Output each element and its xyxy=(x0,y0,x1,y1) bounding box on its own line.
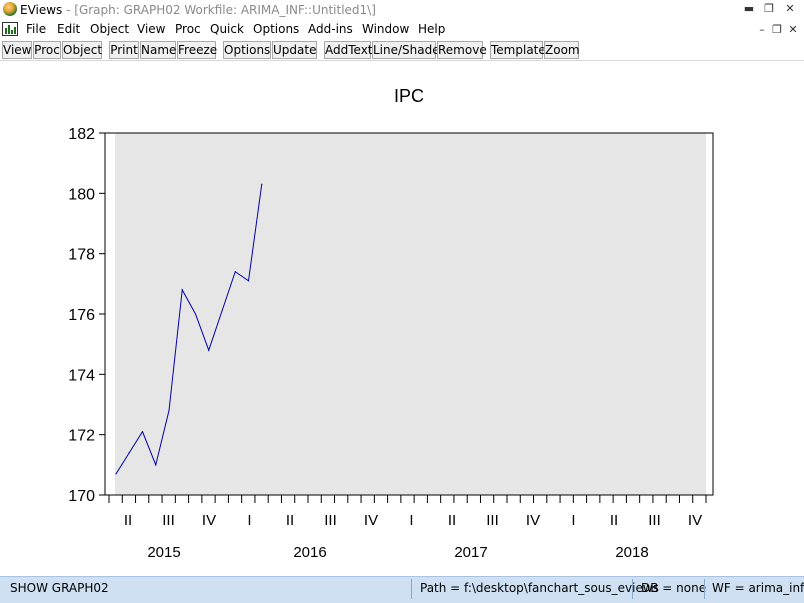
status-separator xyxy=(704,579,705,599)
x-quarter-label: III xyxy=(648,512,661,529)
menu-help[interactable]: Help xyxy=(418,22,445,36)
x-quarter-label: I xyxy=(571,512,575,529)
toolbar-addtext-button[interactable]: AddText xyxy=(324,41,373,59)
x-quarter-label: I xyxy=(247,512,251,529)
x-quarter-label: II xyxy=(124,512,132,529)
y-tick-label: 180 xyxy=(68,186,95,203)
x-year-label: 2017 xyxy=(454,544,487,561)
ipc-line-chart: IPC170172174176178180182II III IV I II III IV I… xyxy=(68,86,714,561)
menu-options[interactable]: Options xyxy=(253,22,299,36)
data-point xyxy=(247,280,250,282)
graph-canvas[interactable]: IPC 170 172 174 176 178 180 182 II III IV I II III IV I… xyxy=(0,62,804,574)
app-name: EViews xyxy=(20,3,63,17)
toolbar-print-button[interactable]: Print xyxy=(109,41,139,59)
window-title: EViews - [Graph: GRAPH02 Workfile: ARIMA… xyxy=(20,3,376,17)
x-quarter-label: II xyxy=(610,512,618,529)
minimize-button[interactable]: ▬ xyxy=(742,2,756,16)
status-path: Path = f:\desktop\fanchart_sous_eviews xyxy=(420,581,659,595)
y-tick-label: 182 xyxy=(68,126,95,143)
menu-file[interactable]: File xyxy=(26,22,46,36)
status-db: DB = none xyxy=(641,581,707,595)
close-button[interactable]: ✕ xyxy=(783,2,797,16)
menu-add-ins[interactable]: Add-ins xyxy=(308,22,353,36)
mdi-restore-button[interactable]: ❐ xyxy=(770,23,784,37)
menu-view[interactable]: View xyxy=(137,22,165,36)
graph-toolbar: View Proc Object Print Name Freeze Optio… xyxy=(0,39,804,61)
y-tick-label: 178 xyxy=(68,247,95,264)
data-point xyxy=(141,431,144,433)
data-point xyxy=(128,452,130,454)
toolbar-template-button[interactable]: Template xyxy=(490,41,546,59)
data-point xyxy=(181,289,183,291)
menu-window[interactable]: Window xyxy=(362,22,409,36)
eviews-app-icon xyxy=(3,2,17,16)
x-quarter-label: II xyxy=(286,512,294,529)
toolbar-view-button[interactable]: View xyxy=(2,41,32,59)
status-workfile: WF = arima_inf xyxy=(712,581,804,595)
x-quarter-label: II xyxy=(448,512,456,529)
x-quarter-label: IV xyxy=(688,512,702,529)
menu-edit[interactable]: Edit xyxy=(57,22,80,36)
plot-background xyxy=(115,133,706,495)
y-tick-label: 174 xyxy=(68,367,95,384)
toolbar-zoom-button[interactable]: Zoom xyxy=(544,41,580,59)
status-command: SHOW GRAPH02 xyxy=(10,581,109,595)
x-year-label: 2018 xyxy=(615,544,648,561)
data-point xyxy=(221,310,223,312)
data-point xyxy=(194,313,197,315)
status-bar: SHOW GRAPH02 Path = f:\desktop\fanchart_… xyxy=(0,576,804,603)
restore-button[interactable]: ❐ xyxy=(762,2,776,16)
x-year-label: 2016 xyxy=(293,544,326,561)
toolbar-freeze-button[interactable]: Freeze xyxy=(177,41,217,59)
x-quarter-label: III xyxy=(324,512,337,529)
graph-window-icon[interactable] xyxy=(2,22,18,36)
menu-bar: File Edit Object View Proc Quick Options… xyxy=(0,20,804,39)
data-point xyxy=(234,271,236,273)
y-tick-label: 172 xyxy=(68,428,95,445)
toolbar-update-button[interactable]: Update xyxy=(272,41,317,59)
document-title: - [Graph: GRAPH02 Workfile: ARIMA_INF::U… xyxy=(62,3,376,17)
toolbar-lineshade-button[interactable]: Line/Shade xyxy=(372,41,440,59)
status-separator xyxy=(632,579,633,599)
mdi-minimize-button[interactable]: – xyxy=(755,23,769,37)
data-point xyxy=(208,349,210,351)
toolbar-name-button[interactable]: Name xyxy=(140,41,176,59)
toolbar-remove-button[interactable]: Remove xyxy=(437,41,487,59)
x-quarter-label: III xyxy=(162,512,175,529)
x-quarter-label: IV xyxy=(364,512,378,529)
data-point xyxy=(155,464,157,466)
menu-proc[interactable]: Proc xyxy=(175,22,201,36)
chart-title: IPC xyxy=(394,86,424,106)
toolbar-object-button[interactable]: Object xyxy=(62,41,102,59)
y-tick-label: 170 xyxy=(68,488,95,505)
x-quarter-label: I xyxy=(409,512,413,529)
data-point xyxy=(115,473,117,475)
menu-object[interactable]: Object xyxy=(90,22,129,36)
y-tick-label: 176 xyxy=(68,307,95,324)
x-year-label: 2015 xyxy=(147,544,180,561)
data-point xyxy=(261,183,263,185)
x-quarter-label: III xyxy=(486,512,499,529)
data-point xyxy=(168,409,170,412)
mdi-close-button[interactable]: ✕ xyxy=(786,23,800,37)
menu-quick[interactable]: Quick xyxy=(210,22,244,36)
toolbar-proc-button[interactable]: Proc xyxy=(33,41,61,59)
title-bar: EViews - [Graph: GRAPH02 Workfile: ARIMA… xyxy=(0,0,804,20)
toolbar-options-button[interactable]: Options xyxy=(223,41,271,59)
x-quarter-label: IV xyxy=(526,512,540,529)
x-quarter-label: IV xyxy=(202,512,216,529)
status-separator xyxy=(411,579,412,599)
